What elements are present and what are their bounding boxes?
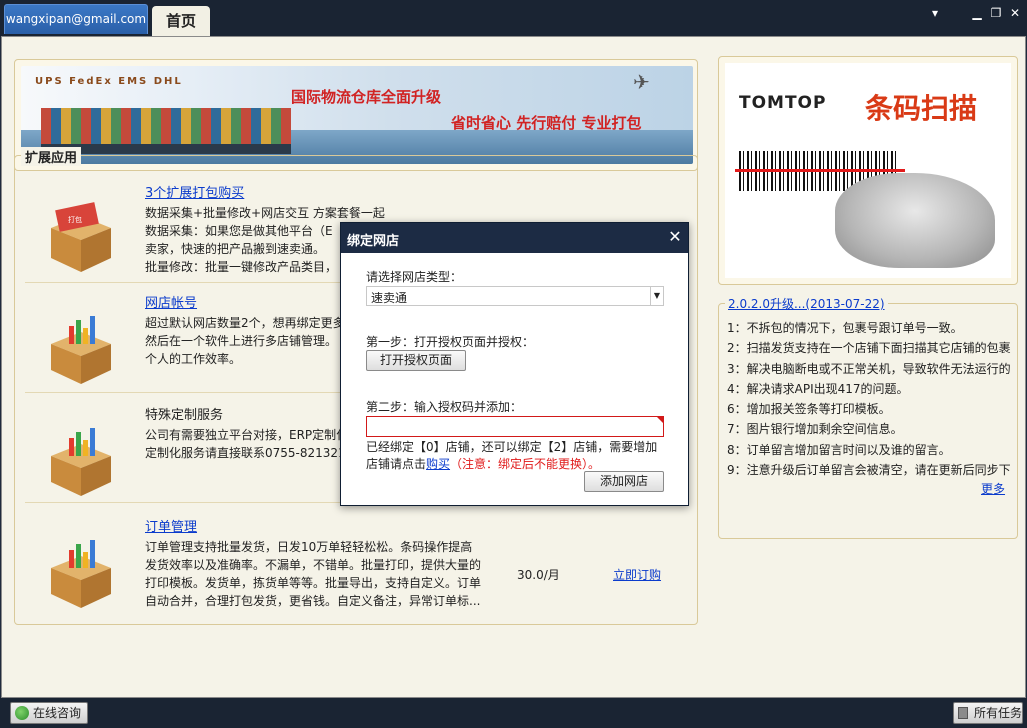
close-icon[interactable]: ✕: [1008, 6, 1022, 20]
logistics-banner[interactable]: UPS FedEx EMS DHL ✈ 国际物流仓库全面升级 省时省心 先行赔付…: [21, 66, 693, 164]
scan-laser-line: [735, 169, 905, 172]
subscribe-link[interactable]: 立即订购: [613, 566, 661, 583]
app-name-link[interactable]: 3个扩展打包购买: [145, 182, 244, 201]
shop-type-select[interactable]: 速卖通 ▼: [366, 286, 664, 306]
airplane-icon: ✈: [633, 70, 650, 94]
scanner-image: [835, 173, 995, 268]
bind-quota-info: 已经绑定【0】店铺，还可以绑定【2】店铺，需要增加店铺请点击购买（注意：绑定后不…: [366, 439, 666, 473]
status-bar: 在线咨询 所有任务: [0, 698, 1027, 728]
app-name-link[interactable]: 网店帐号: [145, 292, 197, 311]
news-item: 1：不拆包的情况下，包裹号跟订单号一致。: [727, 321, 963, 335]
dialog-header: 绑定网店 ✕: [341, 223, 688, 253]
barcode-scanner-ad[interactable]: TOMTOP 条码扫描: [725, 63, 1011, 278]
svg-text:打包: 打包: [68, 215, 82, 224]
title-bar: wangxipan@gmail.com 首页 ▾ ▁ ❐ ✕: [0, 0, 1027, 36]
chevron-down-icon: ▼: [650, 287, 663, 305]
open-auth-page-button[interactable]: 打开授权页面: [366, 350, 466, 371]
news-list: 1：不拆包的情况下，包裹号跟订单号一致。 2：扫描发货支持在一个店铺下面扫描其它…: [727, 318, 1013, 480]
news-item: 8：订单留言增加留言时间以及谁的留言。: [727, 442, 951, 457]
apps-panel-title: 扩展应用: [21, 147, 82, 166]
app-price: 30.0/月: [517, 568, 560, 582]
app-name-link[interactable]: 订单管理: [145, 516, 197, 535]
bind-warning: （注意：绑定后不能更换）。: [450, 457, 601, 471]
news-item: 4：解决请求API出现417的问题。: [727, 381, 909, 396]
banner-headline: 国际物流仓库全面升级: [291, 88, 442, 106]
package-box-icon: 打包: [51, 202, 111, 272]
all-tasks-button[interactable]: 所有任务: [953, 702, 1023, 724]
news-item: 9：注意升级后订单留言会被清空，请在更新后同步下: [727, 463, 1011, 478]
ad-brand: TOMTOP: [739, 93, 827, 113]
banner-tagline: 省时省心 先行赔付 专业打包: [451, 114, 642, 132]
account-tab[interactable]: wangxipan@gmail.com: [4, 4, 148, 34]
app-desc-line: 发货效率以及准确率。不漏单，不错单。批量打印，提供大量的: [145, 558, 482, 572]
online-chat-button[interactable]: 在线咨询: [10, 702, 88, 724]
app-description: 订单管理支持批量发货，日发10万单轻轻松松。条码操作提高 发货效率以及准确率。不…: [145, 538, 495, 610]
app-desc-line: 订单管理支持批量发货，日发10万单轻轻松松。条码操作提高: [145, 540, 473, 554]
all-tasks-label: 所有任务: [974, 706, 1023, 720]
package-chart-icon: [51, 428, 111, 496]
update-news-panel: 2.0.2.0升级...(2013-07-22) 1：不拆包的情况下，包裹号跟订…: [718, 295, 1018, 539]
step2-label: 第二步：输入授权码并添加：: [366, 400, 523, 414]
tasks-icon: [958, 707, 968, 719]
chat-icon: [15, 706, 29, 720]
bind-shop-dialog: 绑定网店 ✕ 请选择网店类型： 速卖通 ▼ 第一步：打开授权页面并授权： 打开授…: [340, 222, 689, 506]
news-item: 2：扫描发货支持在一个店铺下面扫描其它店铺的包裹: [727, 341, 1011, 356]
shop-type-label: 请选择网店类型：: [366, 270, 463, 284]
online-chat-label: 在线咨询: [33, 706, 82, 720]
menu-dropdown-icon[interactable]: ▾: [928, 6, 942, 20]
package-chart-icon: [51, 316, 111, 384]
required-flag-icon: [656, 416, 664, 424]
shop-type-value: 速卖通: [371, 291, 408, 305]
news-item: 7：图片银行增加剩余空间信息。: [727, 422, 903, 437]
app-desc-line: 打印模板。发货单，拣货单等等。批量导出，支持自定义。订单: [145, 576, 482, 590]
minimize-icon[interactable]: ▁: [970, 6, 984, 20]
app-item: 订单管理 订单管理支持批量发货，日发10万单轻轻松松。条码操作提高 发货效率以及…: [23, 516, 687, 626]
app-name: 特殊定制服务: [145, 408, 224, 423]
app-desc-line: 自动合并，合理打包发货，更省钱。自定义备注，异常订单标...: [145, 594, 481, 608]
news-title-link[interactable]: 2.0.2.0升级...(2013-07-22): [725, 295, 888, 312]
dialog-title: 绑定网店: [347, 234, 400, 249]
dialog-close-icon[interactable]: ✕: [665, 227, 685, 247]
tab-home[interactable]: 首页: [152, 6, 210, 36]
buy-link[interactable]: 购买: [426, 457, 450, 471]
news-item: 6：增加报关签条等打印模板。: [727, 402, 891, 417]
restore-icon[interactable]: ❐: [989, 6, 1003, 20]
more-news-link[interactable]: 更多: [981, 480, 1005, 497]
ad-slogan: 条码扫描: [865, 92, 978, 125]
auth-code-input[interactable]: [366, 416, 664, 437]
add-shop-button[interactable]: 添加网店: [584, 471, 664, 492]
courier-logos: UPS FedEx EMS DHL: [35, 76, 183, 87]
ad-frame: TOMTOP 条码扫描: [718, 56, 1018, 285]
step1-label: 第一步：打开授权页面并授权：: [366, 335, 535, 349]
package-chart-icon: [51, 540, 111, 608]
app-desc-line: 数据采集+批量修改+网店交互 方案套餐一起: [145, 206, 385, 220]
news-item: 3：解决电脑断电或不正常关机，导致软件无法运行的: [727, 361, 1011, 376]
